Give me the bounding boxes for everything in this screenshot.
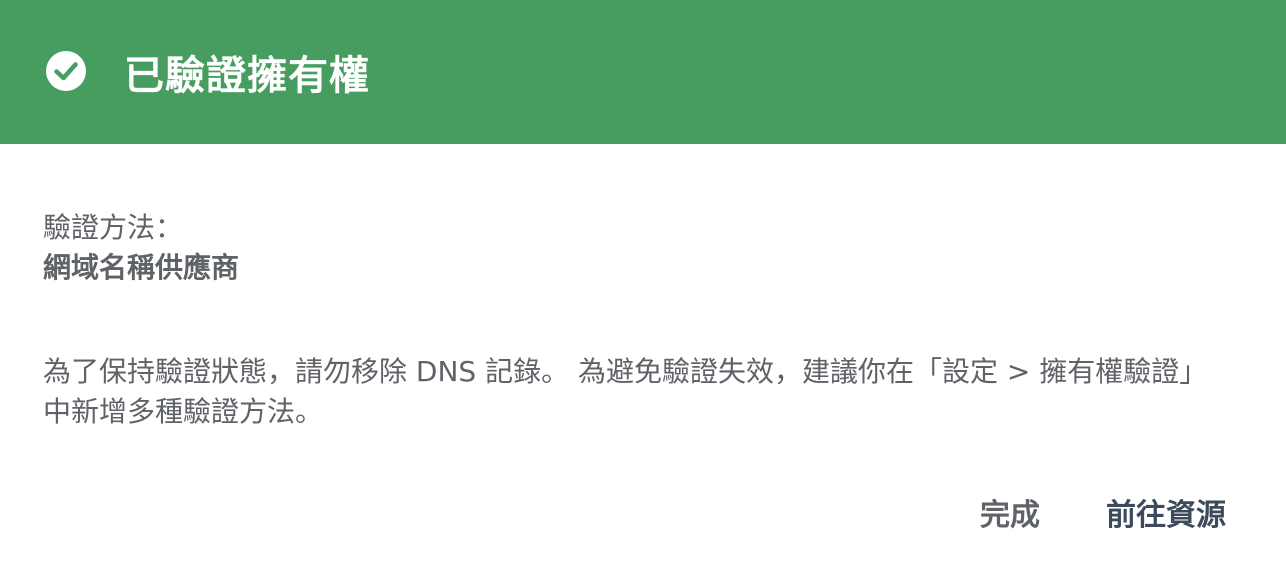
go-to-property-button[interactable]: 前往資源: [1106, 496, 1226, 536]
verification-notice: 為了保持驗證狀態，請勿移除 DNS 記錄。 為避免驗證失效，建議你在「設定 > …: [43, 355, 1208, 428]
done-button[interactable]: 完成: [980, 496, 1040, 536]
dialog-title: 已驗證擁有權: [124, 53, 370, 99]
check-circle-icon: [46, 51, 86, 91]
verification-method-label: 驗證方法：: [43, 211, 184, 244]
dialog-header: 已驗證擁有權: [0, 0, 1286, 144]
verification-method-value: 網域名稱供應商: [43, 251, 240, 284]
ownership-verified-dialog: 已驗證擁有權 驗證方法： 網域名稱供應商 為了保持驗證狀態，請勿移除 DNS 記…: [0, 0, 1286, 582]
